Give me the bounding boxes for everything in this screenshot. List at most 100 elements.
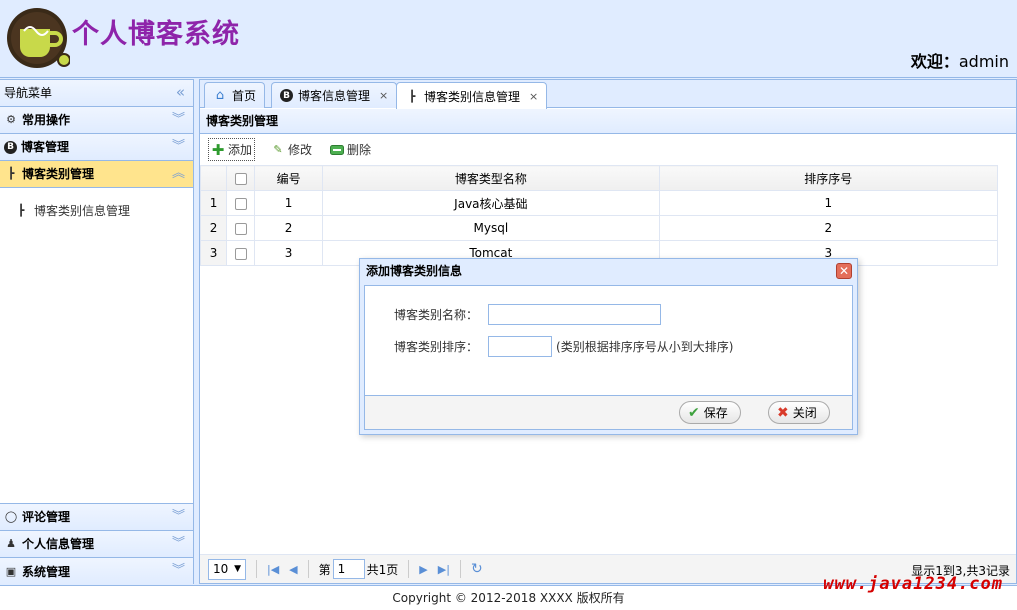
gear-icon: ⚙	[6, 113, 16, 126]
chevron-down-icon[interactable]: ︾	[172, 558, 185, 584]
tree-icon: ┣	[17, 204, 25, 217]
watermark: www.java1234.com	[823, 574, 1003, 594]
cell-id: 2	[254, 215, 324, 241]
pager-separator	[408, 560, 410, 578]
accordion-label: 个人信息管理	[22, 537, 95, 551]
delete-button[interactable]: 删除	[328, 139, 373, 160]
table-row[interactable]: 1 1 Java核心基础 1	[199, 190, 999, 216]
add-icon: ✚	[211, 140, 225, 159]
add-button[interactable]: ✚ 添加	[208, 138, 256, 161]
welcome-text: 欢迎：admin	[911, 48, 1009, 72]
tree-icon: ┣	[7, 167, 15, 180]
edit-label: 修改	[288, 143, 313, 157]
coffee-logo-icon	[7, 8, 70, 68]
close-icon[interactable]: ×	[379, 89, 388, 102]
accordion-system[interactable]: ▣ 系统管理 ︾	[0, 558, 193, 585]
row-checkbox[interactable]	[234, 247, 247, 260]
tree-item-blog-type-info[interactable]: ┣ 博客类别信息管理	[14, 202, 193, 219]
close-button[interactable]: ✖ 关闭	[768, 401, 830, 424]
edit-button[interactable]: ✎ 修改	[269, 139, 314, 160]
collapse-sidebar-icon[interactable]: «	[176, 79, 185, 105]
first-page-icon[interactable]: |◀	[267, 563, 279, 576]
tab-label: 博客类别信息管理	[424, 89, 521, 104]
sidebar-title-label: 导航菜单	[4, 86, 53, 100]
prev-page-icon[interactable]: ◀	[289, 563, 297, 576]
accordion-label: 评论管理	[22, 510, 71, 524]
tree-icon: ┣	[408, 89, 416, 103]
pager-separator	[256, 560, 257, 578]
cell-id: 1	[254, 190, 324, 216]
chevron-down-icon[interactable]: ︾	[172, 107, 185, 133]
accordion-body: ┣ 博客类别信息管理	[0, 188, 193, 504]
next-page-icon[interactable]: ▶	[419, 563, 427, 576]
system-icon: ▣	[5, 564, 17, 578]
accordion-blog[interactable]: B 博客管理 ︾	[0, 134, 193, 161]
grid-header: 编号 博客类型名称 排序序号	[199, 165, 999, 191]
chevron-down-icon[interactable]: ︾	[172, 531, 185, 557]
chevron-down-icon[interactable]: ︾	[172, 134, 185, 160]
name-label: 博客类别名称：	[394, 308, 479, 322]
accordion-label: 系统管理	[22, 564, 71, 579]
cell-name: Mysql	[322, 215, 660, 241]
page-number-input[interactable]: 1	[332, 559, 365, 579]
row-select-cell	[226, 190, 256, 216]
table-row[interactable]: 2 2 Mysql 2	[199, 215, 999, 241]
accordion-common[interactable]: ⚙ 常用操作 ︾	[0, 107, 193, 134]
page-prefix: 第 1 共1页	[318, 559, 398, 579]
remove-icon	[330, 143, 345, 157]
order-hint: (类别根据排序序号从小到大排序)	[556, 340, 734, 354]
cross-icon: ✖	[777, 404, 789, 421]
app-title: 个人博客系统	[72, 19, 240, 50]
accordion-blog-type[interactable]: ┣ 博客类别管理 ︽	[0, 161, 193, 188]
row-number: 1	[199, 190, 228, 216]
row-checkbox[interactable]	[234, 222, 247, 235]
pager-separator	[307, 560, 309, 578]
sidebar-title: 导航菜单 «	[0, 80, 193, 107]
chevron-down-icon[interactable]: ︾	[172, 504, 185, 530]
column-header[interactable]: 博客类型名称	[322, 165, 660, 191]
delete-label: 删除	[347, 143, 372, 157]
dialog-buttons: ✔ 保存 ✖ 关闭	[364, 396, 853, 430]
pencil-icon: ✎	[273, 143, 283, 156]
row-number: 3	[199, 240, 228, 266]
type-name-input[interactable]	[488, 304, 662, 325]
chevron-up-icon[interactable]: ︽	[172, 161, 185, 187]
welcome-prefix: 欢迎：	[910, 52, 959, 71]
tab-home[interactable]: ⌂ 首页	[204, 82, 266, 108]
dropdown-arrow-icon: ▼	[234, 564, 241, 574]
page-prefix-label: 第	[318, 562, 331, 577]
comment-icon: ◯	[4, 510, 18, 523]
tab-label: 博客信息管理	[298, 89, 371, 103]
user-icon: ♟	[6, 537, 16, 550]
save-button[interactable]: ✔ 保存	[679, 401, 741, 424]
cell-name: Java核心基础	[322, 190, 660, 216]
accordion-profile[interactable]: ♟ 个人信息管理 ︾	[0, 531, 193, 558]
select-all-checkbox[interactable]	[234, 172, 247, 185]
accordion-label: 博客类别管理	[22, 167, 95, 181]
tab-blog-info[interactable]: B 博客信息管理 ×	[271, 82, 398, 108]
column-header[interactable]: 排序序号	[658, 165, 999, 191]
dialog-title: 添加博客类别信息	[366, 264, 463, 278]
add-label: 添加	[228, 143, 253, 157]
accordion-comments[interactable]: ◯ 评论管理 ︾	[0, 504, 193, 531]
save-label: 保存	[703, 406, 728, 420]
tree-item-label: 博客类别信息管理	[34, 204, 131, 218]
tab-blog-type-info[interactable]: ┣ 博客类别信息管理 ×	[396, 82, 548, 109]
name-row: 博客类别名称：	[394, 304, 662, 325]
row-checkbox[interactable]	[234, 197, 247, 210]
close-icon[interactable]: ×	[529, 90, 538, 103]
blog-icon: B	[280, 89, 293, 102]
dialog-title-bar[interactable]: 添加博客类别信息 ✕	[360, 259, 857, 284]
page-size-select[interactable]: 10 ▼	[208, 558, 246, 580]
last-page-icon[interactable]: ▶|	[438, 563, 450, 576]
close-label: 关闭	[792, 406, 817, 420]
refresh-icon[interactable]: ↻	[471, 561, 483, 577]
check-icon: ✔	[688, 404, 700, 421]
copyright-text: Copyright © 2012-2018 XXXX 版权所有	[392, 591, 625, 605]
column-header[interactable]: 编号	[254, 165, 324, 191]
order-input[interactable]	[488, 336, 553, 357]
add-blog-type-dialog: 添加博客类别信息 ✕ 博客类别名称： 博客类别排序： (类别根据排序序号从小到大…	[359, 258, 858, 435]
username: admin	[958, 52, 1009, 71]
close-icon[interactable]: ✕	[836, 263, 852, 279]
panel-title: 博客类别管理	[200, 109, 1016, 134]
